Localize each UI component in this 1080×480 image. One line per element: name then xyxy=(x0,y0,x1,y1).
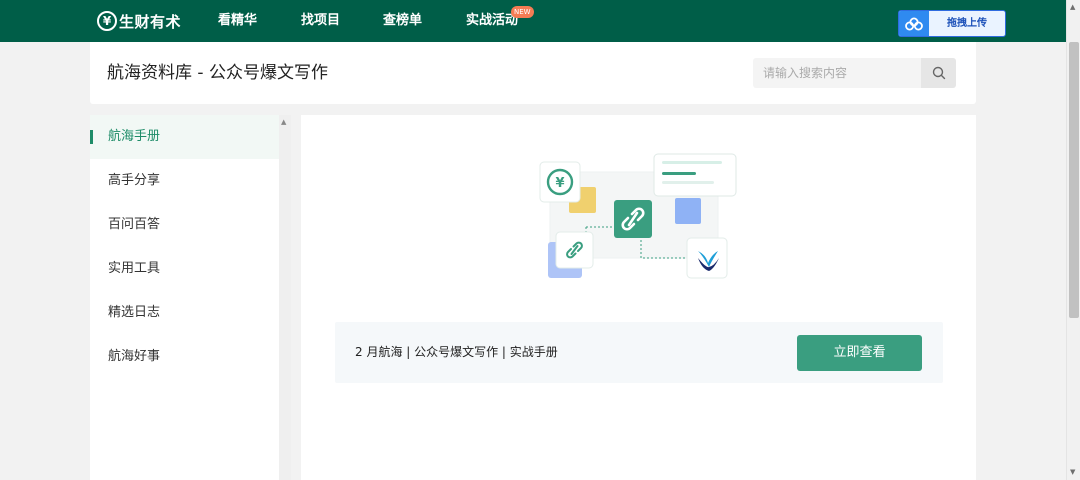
sidebar-item-label: 精选日志 xyxy=(108,305,161,320)
document-icon xyxy=(653,153,737,197)
sidebar-item-expert-share[interactable]: 高手分享 xyxy=(90,159,279,203)
link-icon xyxy=(614,200,652,238)
page-scrollbar[interactable]: ▲ ▼ xyxy=(1066,0,1080,480)
link-illustration: ¥ xyxy=(539,153,737,279)
upload-button[interactable]: 拖拽上传 xyxy=(898,10,1006,37)
upload-label: 拖拽上传 xyxy=(947,18,987,29)
sidebar-item-handbook[interactable]: 航海手册 xyxy=(90,115,279,159)
nav-item-featured[interactable]: 看精华 xyxy=(218,13,257,29)
sidebar-item-label: 高手分享 xyxy=(108,173,161,188)
search-button[interactable] xyxy=(921,58,956,88)
sidebar-item-label: 航海手册 xyxy=(108,129,161,144)
top-navbar: ¥ 生财有术 看精华 找项目 查榜单 实战活动 NEW 拖拽上传 xyxy=(0,0,1066,42)
search-box xyxy=(753,58,956,88)
sidebar-item-good-news[interactable]: 航海好事 xyxy=(90,335,279,379)
check-logo-icon xyxy=(686,237,728,279)
sidebar-item-tools[interactable]: 实用工具 xyxy=(90,247,279,291)
sidebar-item-logs[interactable]: 精选日志 xyxy=(90,291,279,335)
sidebar-item-label: 实用工具 xyxy=(108,261,161,276)
banner-text: 2 月航海 | 公众号爆文写作 | 实战手册 xyxy=(355,345,558,359)
handbook-banner: 2 月航海 | 公众号爆文写作 | 实战手册 立即查看 xyxy=(335,322,943,383)
active-indicator xyxy=(90,130,93,144)
yuan-coin-icon: ¥ xyxy=(97,11,117,31)
new-badge: NEW xyxy=(511,6,534,18)
sidebar-scrollbar[interactable]: ▲ xyxy=(279,115,291,480)
sidebar-item-label: 航海好事 xyxy=(108,349,161,364)
scroll-up-icon[interactable]: ▲ xyxy=(1070,2,1075,12)
scroll-thumb[interactable] xyxy=(1069,42,1079,318)
sidebar: 航海手册 高手分享 百问百答 实用工具 精选日志 航海好事 xyxy=(90,115,279,480)
view-now-button[interactable]: 立即查看 xyxy=(797,335,922,371)
sidebar-item-label: 百问百答 xyxy=(108,217,161,232)
sidebar-item-qa[interactable]: 百问百答 xyxy=(90,203,279,247)
nav-item-activities[interactable]: 实战活动 xyxy=(466,13,518,29)
nav-item-rankings[interactable]: 查榜单 xyxy=(383,13,422,29)
search-input[interactable] xyxy=(753,58,921,88)
page-title: 航海资料库 - 公众号爆文写作 xyxy=(107,63,328,83)
logo[interactable]: ¥ 生财有术 xyxy=(97,10,181,32)
cloud-icon xyxy=(899,11,929,36)
coin-icon: ¥ xyxy=(539,161,581,203)
page-header: 航海资料库 - 公众号爆文写作 xyxy=(90,42,976,104)
scroll-down-icon[interactable]: ▼ xyxy=(1070,467,1075,477)
link-icon xyxy=(555,231,594,269)
logo-text: 生财有术 xyxy=(119,12,182,31)
search-icon xyxy=(932,66,945,80)
nav-item-projects[interactable]: 找项目 xyxy=(301,13,340,29)
main-content: ¥ 2 月航海 | 公众号爆文写作 | 实战手册 立即查看 xyxy=(301,115,976,480)
scroll-up-icon[interactable]: ▲ xyxy=(281,118,286,126)
svg-text:¥: ¥ xyxy=(555,176,564,191)
